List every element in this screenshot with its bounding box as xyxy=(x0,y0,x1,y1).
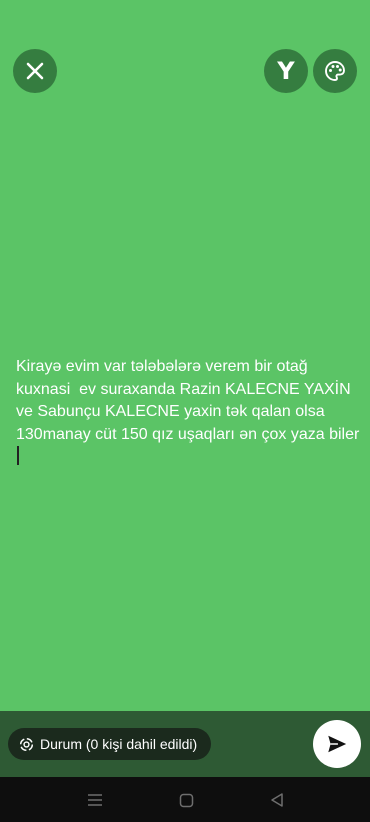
send-icon xyxy=(328,735,347,753)
audience-label: Durum (0 kişi dahil edildi) xyxy=(40,736,198,752)
audience-chip[interactable]: Durum (0 kişi dahil edildi) xyxy=(8,728,212,760)
text-cursor xyxy=(17,446,19,465)
font-style-button[interactable]: Y xyxy=(264,49,308,93)
status-composer: Y Kirayə evim var tələbələrə verem bir o… xyxy=(0,0,370,711)
status-text: Kirayə evim var tələbələrə verem bir ota… xyxy=(16,358,360,443)
home-icon xyxy=(179,793,193,807)
font-style-label: Y xyxy=(277,57,295,85)
background-color-button[interactable] xyxy=(313,49,357,93)
system-navigation-bar xyxy=(0,777,370,822)
close-button[interactable] xyxy=(13,49,57,93)
back-icon xyxy=(271,793,283,807)
send-button[interactable] xyxy=(313,720,361,768)
palette-icon xyxy=(325,61,345,81)
menu-icon xyxy=(88,794,102,806)
bottom-bar: Durum (0 kişi dahil edildi) xyxy=(0,711,370,777)
home-button[interactable] xyxy=(175,789,197,811)
recent-apps-button[interactable] xyxy=(84,789,106,811)
status-text-input[interactable]: Kirayə evim var tələbələrə verem bir ota… xyxy=(16,356,361,469)
status-ring-icon xyxy=(19,737,34,751)
close-icon xyxy=(26,62,44,80)
back-button[interactable] xyxy=(266,789,288,811)
